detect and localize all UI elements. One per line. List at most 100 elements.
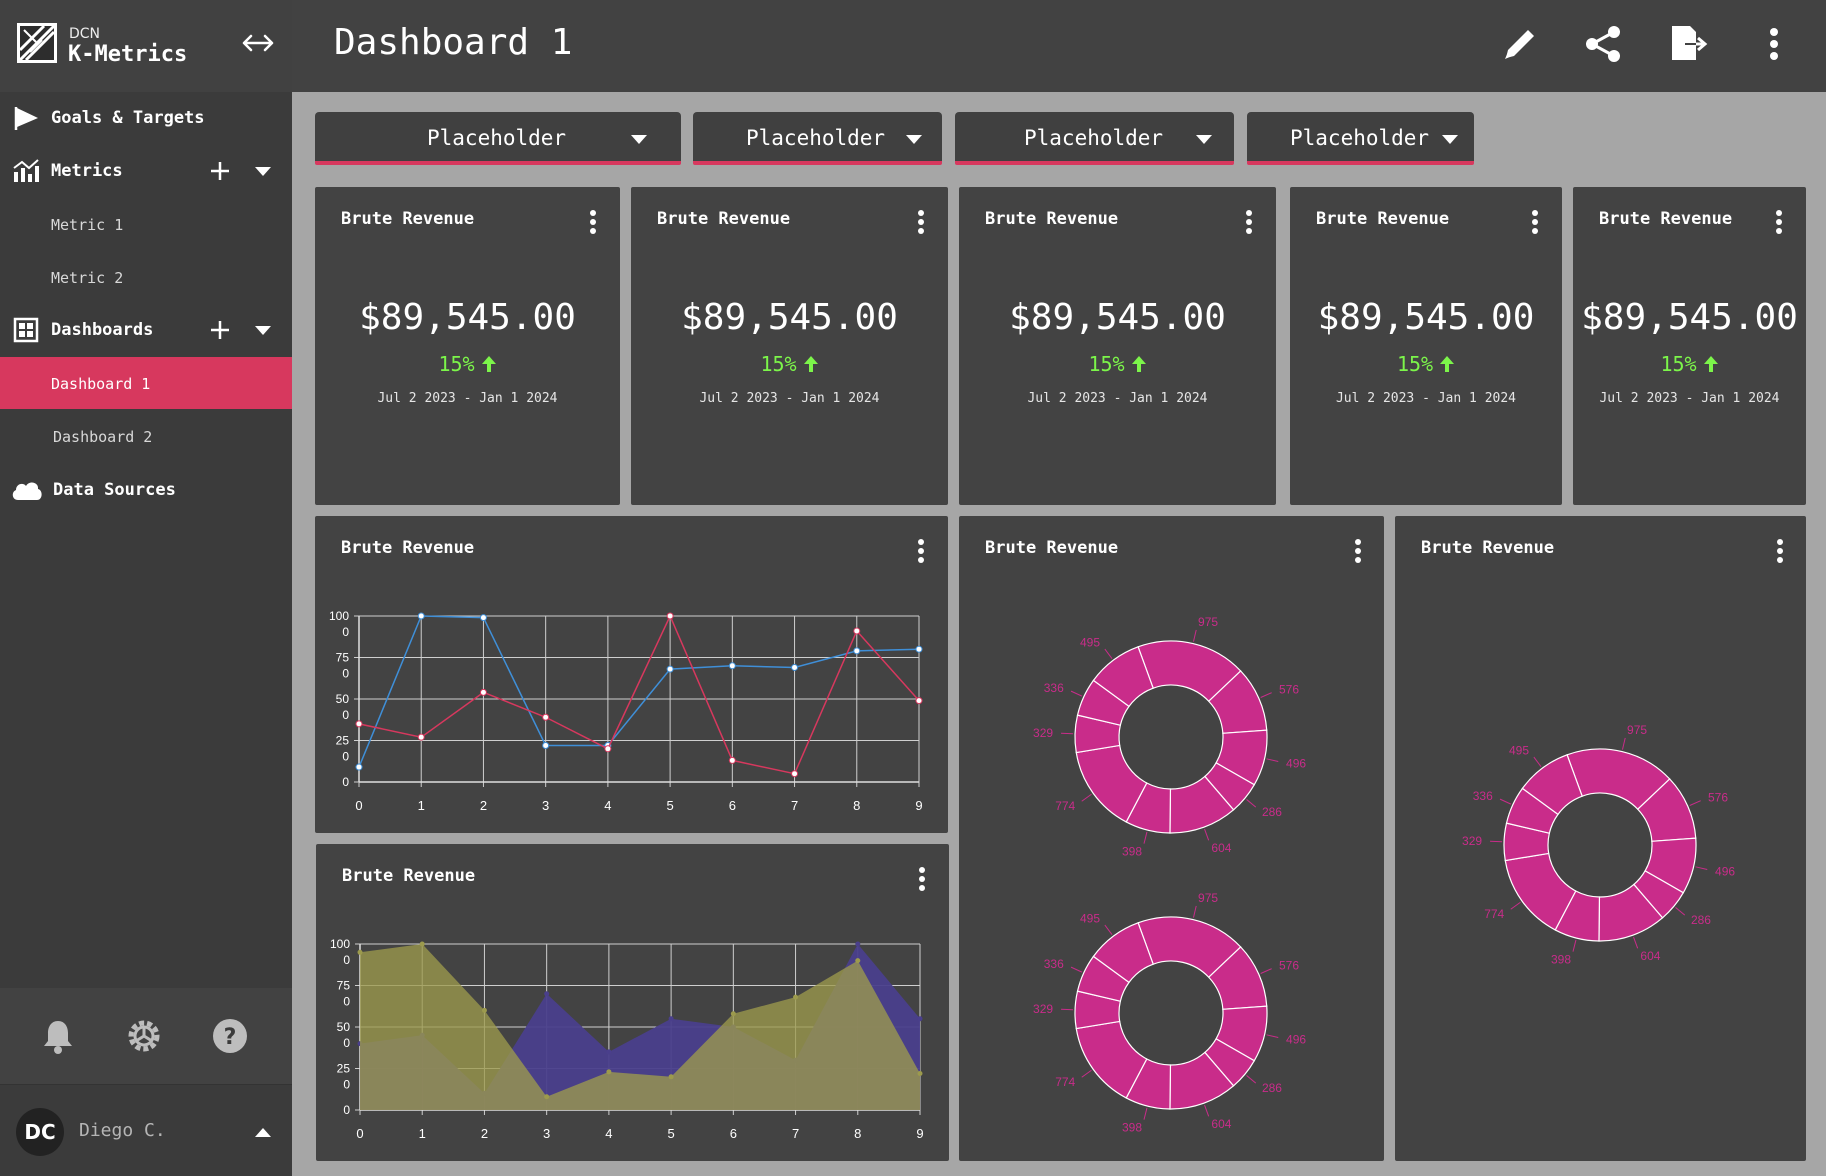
- y-tick-label: 0: [343, 995, 350, 1009]
- slice-label: 604: [1640, 949, 1660, 963]
- filter-dropdown-1[interactable]: Placeholder: [315, 112, 681, 165]
- pencil-icon[interactable]: [1498, 22, 1542, 66]
- x-tick-label: 5: [666, 798, 673, 813]
- bar-chart-icon: [13, 159, 39, 182]
- slice-label-leader: [1246, 1075, 1257, 1084]
- sidebar-item-dashboard-1[interactable]: Dashboard 1: [0, 357, 292, 409]
- data-point: [728, 662, 736, 670]
- arrow-up-icon: [1131, 356, 1146, 372]
- sidebar-item-metric-1[interactable]: Metric 1: [0, 198, 292, 250]
- kpi-card-4: Brute Revenue $89,545.00 15% Jul 2 2023 …: [1290, 187, 1562, 505]
- add-metric-plus-icon[interactable]: [208, 159, 232, 183]
- nav-data-sources[interactable]: Data Sources: [0, 464, 292, 516]
- chart-card-title: Brute Revenue: [1421, 538, 1555, 558]
- slice-label: 286: [1691, 913, 1711, 927]
- data-point: [666, 612, 674, 620]
- y-tick-label: 75: [337, 979, 351, 993]
- page-title: Dashboard 1: [334, 22, 573, 63]
- export-icon[interactable]: [1666, 22, 1710, 66]
- data-point: [668, 1074, 674, 1080]
- help-icon[interactable]: ?: [210, 1016, 250, 1056]
- chevron-up-icon[interactable]: [254, 1126, 272, 1138]
- more-vertical-icon[interactable]: [1774, 538, 1786, 564]
- data-point: [915, 697, 923, 705]
- y-tick-label: 0: [342, 775, 349, 789]
- more-vertical-icon[interactable]: [1529, 209, 1541, 235]
- add-dashboard-plus-icon[interactable]: [208, 318, 232, 342]
- slice-label: 336: [1044, 957, 1064, 971]
- slice-label: 336: [1473, 789, 1493, 803]
- data-point: [730, 1011, 736, 1017]
- nav-dashboards[interactable]: Dashboards: [0, 304, 292, 356]
- dashboards-chevron-down-icon[interactable]: [254, 324, 272, 336]
- nav-goals-targets[interactable]: Goals & Targets: [0, 92, 292, 144]
- chevron-down-icon: [1442, 135, 1458, 144]
- slice-label: 774: [1055, 1075, 1075, 1089]
- kpi-date-range: Jul 2 2023 - Jan 1 2024: [1599, 391, 1780, 406]
- data-point: [915, 645, 923, 653]
- slice-label-leader: [1499, 798, 1512, 805]
- slice-label-leader: [1246, 799, 1257, 808]
- data-point: [728, 756, 736, 764]
- kpi-card-title: Brute Revenue: [657, 209, 791, 229]
- slice-label: 576: [1279, 682, 1299, 696]
- y-tick-label: 0: [343, 1103, 350, 1117]
- filter-dropdown-3[interactable]: Placeholder: [955, 112, 1234, 165]
- x-tick-label: 5: [667, 1126, 674, 1141]
- more-vertical-icon[interactable]: [915, 538, 927, 564]
- gear-icon[interactable]: [124, 1016, 164, 1056]
- nav-goals-label: Goals & Targets: [51, 108, 205, 128]
- y-tick-label: 50: [336, 692, 350, 706]
- data-point: [542, 741, 550, 749]
- y-tick-label: 0: [343, 1078, 350, 1092]
- more-vertical-icon[interactable]: [587, 209, 599, 235]
- data-point: [417, 612, 425, 620]
- more-vertical-icon[interactable]: [916, 866, 928, 892]
- x-tick-label: 6: [730, 1126, 737, 1141]
- sidebar-item-metric-2[interactable]: Metric 2: [0, 251, 292, 303]
- slice-label-leader: [1081, 793, 1092, 802]
- slice-label-leader: [1070, 966, 1083, 973]
- slice-label-leader: [1104, 924, 1113, 935]
- share-icon[interactable]: [1582, 22, 1626, 66]
- slice-label: 495: [1080, 636, 1100, 650]
- x-tick-label: 8: [853, 798, 860, 813]
- donut-chart-card-2: Brute Revenue 975 576 496 286 604 398 774 329 33…: [1395, 516, 1806, 1161]
- sidebar: DCN K-Metrics Goals & Targets Metrics Me…: [0, 0, 292, 1176]
- nav-metrics[interactable]: Metrics: [0, 145, 292, 197]
- donut-chart-single: 975 576 496 286 604 398 774 329 336 495: [1462, 723, 1735, 966]
- more-vertical-icon[interactable]: [915, 209, 927, 235]
- kpi-card-title: Brute Revenue: [1316, 209, 1450, 229]
- expand-horizontal-icon[interactable]: [240, 28, 276, 58]
- line-chart-card: Brute Revenue 0 1 2 3 4 5 6 7 8 9 100 0 75 0 50 0 25 0 0: [315, 516, 948, 833]
- kpi-card-2: Brute Revenue $89,545.00 15% Jul 2 2023 …: [631, 187, 948, 505]
- chevron-down-icon: [1196, 135, 1212, 144]
- user-profile[interactable]: DC Diego C.: [0, 1084, 292, 1176]
- bell-icon[interactable]: [38, 1016, 78, 1056]
- more-vertical-icon[interactable]: [1352, 538, 1364, 564]
- x-tick-label: 4: [604, 798, 611, 813]
- slice-label-leader: [1081, 1069, 1092, 1078]
- filter-dropdown-2[interactable]: Placeholder: [693, 112, 942, 165]
- metrics-chevron-down-icon[interactable]: [254, 165, 272, 177]
- slice-label-leader: [1510, 901, 1521, 910]
- x-tick-label: 7: [791, 798, 798, 813]
- slice-label-leader: [1695, 866, 1708, 870]
- sidebar-item-dashboard-2[interactable]: Dashboard 2: [0, 410, 292, 462]
- more-vertical-icon[interactable]: [1243, 209, 1255, 235]
- slice-label-leader: [1621, 737, 1626, 750]
- data-point: [791, 770, 799, 778]
- y-tick-label: 0: [343, 1036, 350, 1050]
- more-vertical-icon[interactable]: [1773, 209, 1785, 235]
- y-tick-label: 0: [342, 625, 349, 639]
- dashboard-1-label: Dashboard 1: [51, 375, 151, 393]
- chevron-down-icon: [906, 135, 922, 144]
- app-logo-icon: [17, 23, 57, 63]
- kpi-change: 15%: [1573, 352, 1806, 376]
- x-tick-label: 9: [915, 798, 922, 813]
- filter-dropdown-4[interactable]: Placeholder: [1247, 112, 1474, 165]
- y-tick-label: 50: [337, 1020, 351, 1034]
- more-vertical-icon[interactable]: [1752, 22, 1796, 66]
- chart-card-title: Brute Revenue: [342, 866, 476, 886]
- kpi-date-range: Jul 2 2023 - Jan 1 2024: [1027, 391, 1208, 406]
